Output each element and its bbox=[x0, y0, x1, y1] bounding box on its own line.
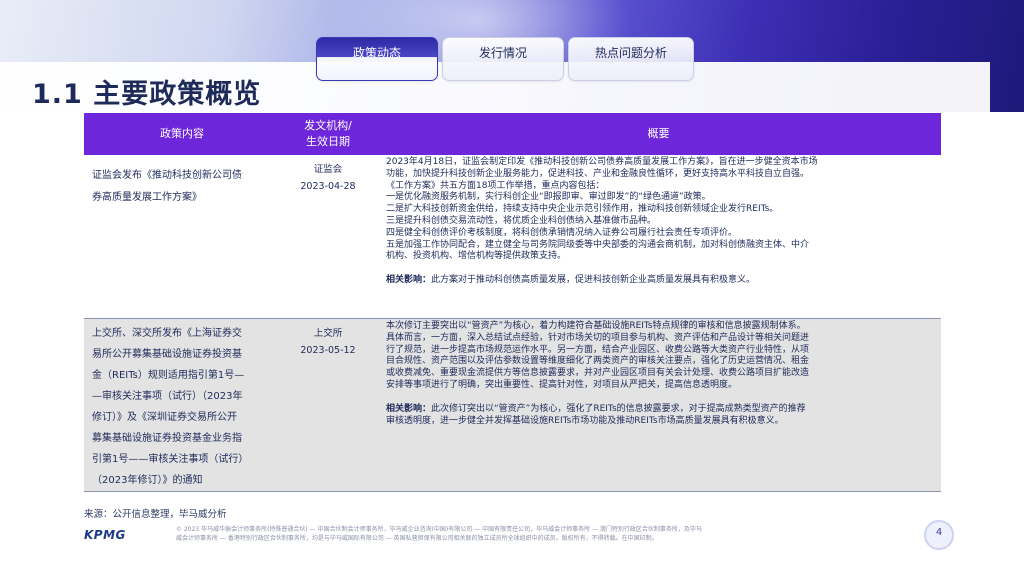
page-title: 1.1 主要政策概览 bbox=[32, 79, 262, 110]
policy-content-line: 金（REITs）规则适用指引第1号— bbox=[92, 370, 245, 381]
source-note: 来源：公开信息整理，毕马威分析 bbox=[84, 509, 227, 520]
page-number: 4 bbox=[935, 527, 943, 538]
overview-gap bbox=[386, 392, 937, 404]
header-agency-date-line: 发文机构/ bbox=[304, 119, 352, 132]
section-tabs: 政策动态 发行情况 热点问题分析 bbox=[316, 37, 694, 83]
overview-line: 具体而言，一方面，深入总结试点经验，针对市场关切的项目参与机构、资产评估和产品设… bbox=[386, 332, 810, 343]
overview-line: 功能，加快提升科技创新企业服务能力，促进科技、产业和金融良性循环，更好支持高水平… bbox=[386, 168, 810, 179]
header-agency-date: 发文机构/生效日期 bbox=[280, 118, 376, 150]
date-text: 2023-04-28 bbox=[300, 181, 356, 192]
agency-date-cell: 证监会 2023-04-28 bbox=[280, 155, 376, 318]
policy-content-line: （2023年修订）》的通知 bbox=[92, 475, 203, 486]
overview-line: 五是加强工作协同配合，建立健全与司务院同级委等中央部委的沟通会商机制，加对科创债… bbox=[386, 239, 810, 250]
policy-content-line: 券高质量发展工作方案》 bbox=[92, 192, 202, 203]
page-number-badge: 4 bbox=[924, 520, 954, 550]
tab-policy-news[interactable]: 政策动态 bbox=[316, 37, 438, 81]
overview-line: 安排等事项进行了明确，突出重要性、提高针对性，对项目从严把关，提高信息透明度。 bbox=[386, 379, 738, 390]
table-row: 上交所、深交所发布《上海证券交 易所公开募集基础设施证券投资基 金（REITs）规则… bbox=[84, 319, 941, 492]
policy-content-line: 上交所、深交所发布《上海证券交 bbox=[92, 328, 242, 339]
overview-line: 机构、投资机构、增信机构等提供政策支持。 bbox=[386, 251, 567, 262]
overview-cell: 本次修订主要突出以“管资产”为核心，着力构建符合基础设施REITs特点规律的审核… bbox=[376, 319, 941, 491]
overview-line: 三是提升科创债交易流动性，将优质企业科创债纳入基准做市品种。 bbox=[386, 215, 657, 226]
header-overview: 概要 bbox=[647, 127, 670, 140]
agency-text: 上交所 bbox=[313, 328, 343, 339]
tab-hot-topics[interactable]: 热点问题分析 bbox=[568, 37, 694, 81]
copyright-footnote: © 2023 毕马威华振会计师事务所(特殊普通合伙) — 中国合伙制会计师事务所… bbox=[176, 525, 856, 543]
impact-line: 相关影响：此方案对于推动科创债高质量发展，促进科技创新企业高质量发展具有积极意义… bbox=[386, 275, 756, 286]
overview-line: 行了规范，进一步提高市场规范运作水平。另一方面，结合产业园区、收费公路等大类资产… bbox=[386, 344, 810, 355]
policy-content-cell: 证监会发布《推动科技创新公司债 券高质量发展工作方案》 bbox=[84, 155, 280, 318]
impact-line: 审核透明度，进一步健全并发挥基础设施REITs市场功能及推动REITs市场高质量… bbox=[386, 415, 784, 426]
overview-line: 本次修订主要突出以“管资产”为核心，着力构建符合基础设施REITs特点规律的审核… bbox=[386, 321, 806, 331]
policy-content-line: 易所公开募集基础设施证券投资基 bbox=[92, 349, 242, 360]
policy-content-cell: 上交所、深交所发布《上海证券交 易所公开募集基础设施证券投资基 金（REITs）规则… bbox=[84, 319, 280, 491]
agency-text: 证监会 bbox=[313, 164, 343, 175]
policy-content-line: 募集基础设施证券投资基金业务指 bbox=[92, 433, 242, 444]
policy-content-line: 修订）》及《深圳证券交易所公开 bbox=[92, 412, 237, 423]
overview-line: 一是优化融资服务机制，实行科创企业“即报即审、审过即发”的“绿色通道”政策。 bbox=[386, 192, 711, 203]
tab-issuance[interactable]: 发行情况 bbox=[442, 37, 564, 81]
header-agency-date-line: 生效日期 bbox=[306, 135, 350, 148]
table-header: 政策内容 发文机构/生效日期 概要 bbox=[84, 113, 941, 155]
agency-date-cell: 上交所 2023-05-12 bbox=[280, 319, 376, 491]
overview-gap bbox=[386, 263, 937, 275]
overview-line: 目合规性、资产范围以及评估参数设置等维度细化了两类资产的审核关注要点，强化了历史… bbox=[386, 356, 810, 367]
overview-cell: 2023年4月18日，证监会制定印发《推动科技创新公司债券高质量发展工作方案》，… bbox=[376, 155, 941, 318]
overview-line: 或收费减免、重要现金流提供方等信息披露要求，并对产业园区项目有关会计处理、收费公… bbox=[386, 368, 810, 379]
kpmg-logo: KPMG bbox=[84, 528, 126, 542]
overview-line: 2023年4月18日，证监会制定印发《推动科技创新公司债券高质量发展工作方案》，… bbox=[386, 157, 818, 167]
policy-content-line: 引第1号——审核关注事项（试行） bbox=[92, 454, 249, 465]
header-policy-content: 政策内容 bbox=[160, 127, 204, 140]
impact-label: 相关影响： bbox=[386, 403, 432, 414]
impact-label: 相关影响： bbox=[386, 275, 432, 286]
policy-content-line: —审核关注事项（试行）（2023年 bbox=[92, 391, 243, 402]
overview-line: 二是扩大科技创新资金供给，持续支持中央企业示范引领作用，推动科技创新领域企业发行… bbox=[386, 204, 779, 215]
policy-table: 政策内容 发文机构/生效日期 概要 证监会发布《推动科技创新公司债 券高质量发展工… bbox=[84, 113, 941, 492]
date-text: 2023-05-12 bbox=[300, 345, 356, 356]
overview-line: 《工作方案》共五方面18项工作举措，重点内容包括： bbox=[386, 180, 605, 191]
impact-line: 相关影响：此次修订突出以“管资产”为核心，强化了REITs的信息披露要求，对于提… bbox=[386, 403, 806, 414]
policy-content-line: 证监会发布《推动科技创新公司债 bbox=[92, 170, 242, 181]
footnote-line: © 2023 毕马威华振会计师事务所(特殊普通合伙) — 中国合伙制会计师事务所… bbox=[176, 526, 702, 533]
overview-line: 四是健全科创债评价考核制度，将科创债承销情况纳入证券公司履行社会责任专项评价。 bbox=[386, 227, 738, 238]
table-row: 证监会发布《推动科技创新公司债 券高质量发展工作方案》 证监会 2023-04-2… bbox=[84, 155, 941, 319]
footnote-line: 威会计师事务所 — 香港特别行政区合伙制事务所，均是与毕马威国际有限公司 — 英… bbox=[176, 535, 658, 542]
